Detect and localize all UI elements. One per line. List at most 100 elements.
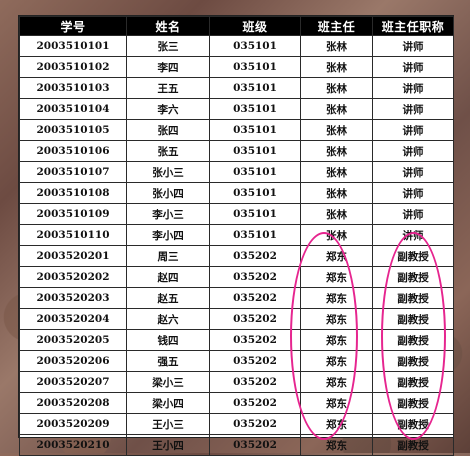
header-head-teacher: 班主任 [300,16,373,36]
class-cell: 035101 [209,161,301,183]
table-row: 2003520210 王小四 035202 郑东 副教授 [19,434,454,456]
student-table-sheet: 学号 姓名 班级 班主任 班主任职称 2003510101 张三 035101 … [18,15,454,456]
student-name-cell: 王小三 [126,413,210,435]
class-cell: 035202 [209,413,301,435]
class-cell: 035101 [209,119,301,141]
student-id-cell: 2003520202 [19,266,127,288]
class-cell: 035101 [209,203,301,225]
table-row: 2003520208 梁小四 035202 郑东 副教授 [19,392,454,414]
head-teacher-title-cell: 讲师 [372,182,454,204]
table-row: 2003510104 李六 035101 张林 讲师 [19,98,454,120]
class-cell: 035202 [209,245,301,267]
class-cell: 035101 [209,35,301,57]
header-class: 班级 [209,16,301,36]
head-teacher-title-cell: 讲师 [372,203,454,225]
table-row: 2003520202 赵四 035202 郑东 副教授 [19,266,454,288]
table-row: 2003510102 李四 035101 张林 讲师 [19,56,454,78]
table-row: 2003510110 李小四 035101 张林 讲师 [19,224,454,246]
student-id-cell: 2003520207 [19,371,127,393]
header-name: 姓名 [126,16,210,36]
table-row: 2003510101 张三 035101 张林 讲师 [19,35,454,57]
head-teacher-cell: 张林 [300,203,373,225]
head-teacher-cell: 张林 [300,77,373,99]
head-teacher-title-cell: 讲师 [372,77,454,99]
class-cell: 035101 [209,56,301,78]
class-cell: 035101 [209,140,301,162]
class-cell: 035101 [209,98,301,120]
table-row: 2003520206 强五 035202 郑东 副教授 [19,350,454,372]
student-name-cell: 李小三 [126,203,210,225]
student-id-cell: 2003510101 [19,35,127,57]
table-row: 2003520204 赵六 035202 郑东 副教授 [19,308,454,330]
student-id-cell: 2003520203 [19,287,127,309]
class-cell: 035202 [209,308,301,330]
head-teacher-cell: 张林 [300,35,373,57]
head-teacher-title-cell: 副教授 [372,329,454,351]
table-row: 2003520203 赵五 035202 郑东 副教授 [19,287,454,309]
head-teacher-cell: 郑东 [300,371,373,393]
header-head-teacher-title: 班主任职称 [372,16,454,36]
student-id-cell: 2003520209 [19,413,127,435]
head-teacher-title-cell: 讲师 [372,98,454,120]
head-teacher-title-cell: 副教授 [372,266,454,288]
student-name-cell: 钱四 [126,329,210,351]
class-cell: 035202 [209,350,301,372]
table-row: 2003510106 张五 035101 张林 讲师 [19,140,454,162]
student-id-cell: 2003510103 [19,77,127,99]
head-teacher-title-cell: 讲师 [372,224,454,246]
student-name-cell: 梁小三 [126,371,210,393]
head-teacher-title-cell: 讲师 [372,56,454,78]
class-cell: 035101 [209,182,301,204]
table-row: 2003520207 梁小三 035202 郑东 副教授 [19,371,454,393]
student-name-cell: 王小四 [126,434,210,456]
class-cell: 035101 [209,77,301,99]
head-teacher-title-cell: 副教授 [372,392,454,414]
head-teacher-title-cell: 副教授 [372,287,454,309]
head-teacher-cell: 张林 [300,161,373,183]
table-row: 2003510103 王五 035101 张林 讲师 [19,77,454,99]
student-id-cell: 2003510102 [19,56,127,78]
head-teacher-title-cell: 讲师 [372,140,454,162]
student-name-cell: 梁小四 [126,392,210,414]
class-cell: 035202 [209,392,301,414]
head-teacher-cell: 张林 [300,119,373,141]
student-id-cell: 2003510108 [19,182,127,204]
table-header-row: 学号 姓名 班级 班主任 班主任职称 [19,16,454,36]
student-class-table: 学号 姓名 班级 班主任 班主任职称 2003510101 张三 035101 … [19,16,454,456]
head-teacher-title-cell: 讲师 [372,35,454,57]
head-teacher-cell: 张林 [300,98,373,120]
head-teacher-cell: 郑东 [300,434,373,456]
class-cell: 035202 [209,371,301,393]
student-id-cell: 2003520206 [19,350,127,372]
student-id-cell: 2003510106 [19,140,127,162]
head-teacher-cell: 郑东 [300,350,373,372]
class-cell: 035202 [209,266,301,288]
head-teacher-title-cell: 副教授 [372,350,454,372]
student-name-cell: 张小四 [126,182,210,204]
head-teacher-cell: 郑东 [300,392,373,414]
head-teacher-title-cell: 副教授 [372,245,454,267]
head-teacher-cell: 张林 [300,224,373,246]
table-row: 2003520201 周三 035202 郑东 副教授 [19,245,454,267]
head-teacher-cell: 张林 [300,140,373,162]
head-teacher-cell: 张林 [300,56,373,78]
student-name-cell: 张小三 [126,161,210,183]
head-teacher-title-cell: 副教授 [372,434,454,456]
table-row: 2003520209 王小三 035202 郑东 副教授 [19,413,454,435]
student-name-cell: 王五 [126,77,210,99]
student-name-cell: 张五 [126,140,210,162]
student-id-cell: 2003520210 [19,434,127,456]
head-teacher-cell: 郑东 [300,287,373,309]
student-id-cell: 2003520204 [19,308,127,330]
table-row: 2003510107 张小三 035101 张林 讲师 [19,161,454,183]
student-name-cell: 赵六 [126,308,210,330]
table-row: 2003510105 张四 035101 张林 讲师 [19,119,454,141]
head-teacher-title-cell: 副教授 [372,308,454,330]
head-teacher-title-cell: 讲师 [372,119,454,141]
student-name-cell: 周三 [126,245,210,267]
head-teacher-cell: 郑东 [300,413,373,435]
student-id-cell: 2003510104 [19,98,127,120]
head-teacher-title-cell: 副教授 [372,371,454,393]
student-name-cell: 强五 [126,350,210,372]
table-row: 2003520205 钱四 035202 郑东 副教授 [19,329,454,351]
